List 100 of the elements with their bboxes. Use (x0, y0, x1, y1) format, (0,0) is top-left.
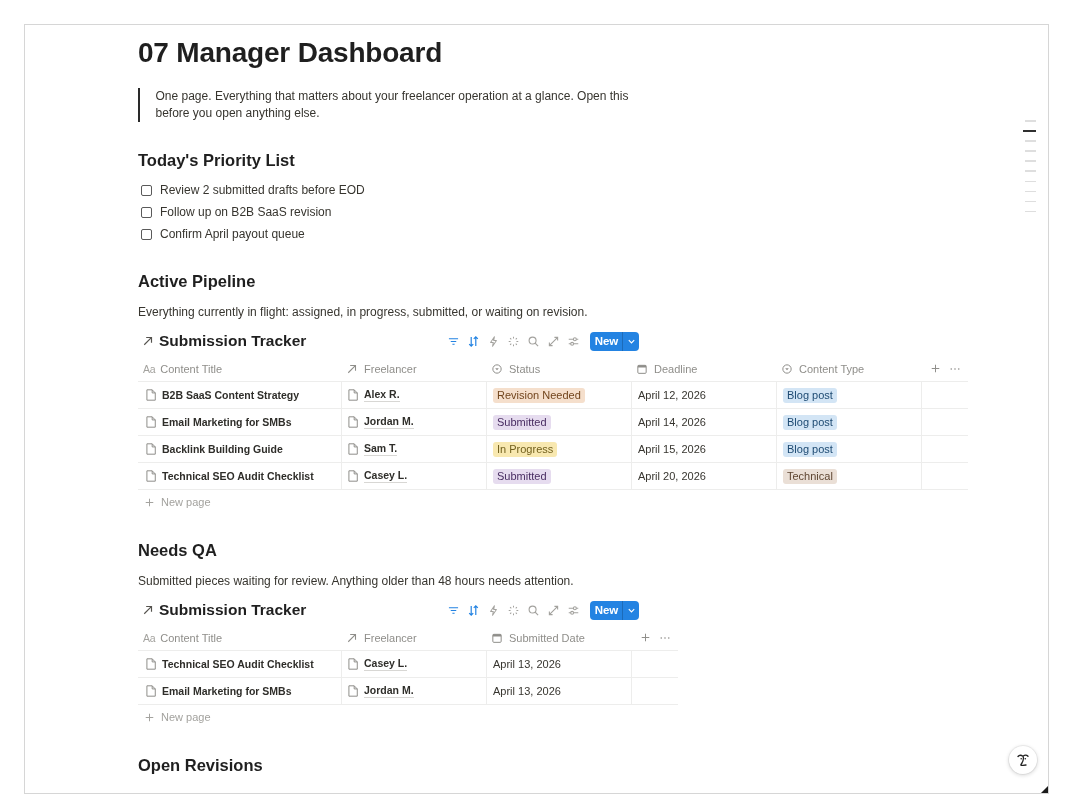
filter-icon (447, 604, 459, 616)
section-description: Submitted pieces waiting for review. Anything older than 48 hours needs attention. (138, 573, 575, 590)
type-tag: Blog post (783, 414, 837, 430)
plus-icon (145, 497, 154, 507)
database-title[interactable]: Submission Tracker (159, 601, 307, 619)
type-tag: Blog post (783, 441, 837, 457)
date-text: April 15, 2026 (638, 443, 706, 455)
expand-icon (547, 335, 559, 347)
status-tag: Submitted (493, 414, 551, 430)
relation-link[interactable]: Casey L. (364, 469, 408, 483)
lightning-icon (487, 335, 499, 347)
column-header[interactable]: Content Type (776, 356, 921, 381)
checkbox[interactable] (141, 184, 152, 196)
page-icon (146, 658, 156, 670)
plus-icon (640, 633, 650, 642)
outline-marker[interactable] (1023, 130, 1036, 132)
checklist-item-text: Follow up on B2B SaaS revision (160, 205, 332, 219)
column-header[interactable]: Aa Content Title (138, 625, 341, 650)
section-heading: Today's Priority List (138, 150, 296, 171)
text-type-icon: Aa (143, 362, 156, 375)
page-icon (348, 470, 358, 482)
page-icon (146, 416, 156, 428)
page-icon (146, 443, 156, 455)
section-heading: Active Pipeline (138, 271, 257, 292)
outline-marker[interactable] (1025, 160, 1036, 162)
relation-arrow-icon (347, 363, 357, 374)
corner-triangle-icon (1041, 786, 1048, 793)
page-icon (348, 443, 358, 455)
relation-link[interactable]: Jordan M. (364, 415, 414, 429)
outline-marker[interactable] (1025, 200, 1036, 203)
new-button[interactable]: New (590, 331, 622, 351)
assistant-button[interactable] (1009, 746, 1037, 774)
checkbox[interactable] (141, 228, 152, 240)
link-arrow-icon (143, 605, 153, 615)
sparkle-icon (507, 604, 519, 616)
text-type-icon: Aa (143, 631, 156, 644)
relation-arrow-icon (347, 632, 357, 643)
status-type-icon (782, 363, 792, 374)
search-icon (527, 335, 539, 347)
quote-block: One page. Everything that matters about your freelancer operation at a glance. Open this before you open anything else. (138, 88, 641, 122)
page-icon (146, 470, 156, 482)
link-arrow-icon (143, 336, 153, 346)
page-icon (146, 685, 156, 697)
database-title[interactable]: Submission Tracker (159, 332, 307, 350)
page-title-link[interactable]: B2B SaaS Content Strategy (162, 389, 300, 401)
sliders-icon (567, 335, 579, 347)
page-title-link[interactable]: Backlink Building Guide (162, 443, 283, 455)
page-title-link[interactable]: Email Marketing for SMBs (162, 416, 292, 428)
date-text: April 20, 2026 (638, 470, 706, 482)
page-icon (146, 389, 156, 401)
relation-link[interactable]: Sam T. (364, 442, 398, 456)
outline-marker[interactable] (1025, 190, 1036, 193)
new-button[interactable]: New (590, 600, 622, 620)
relation-link[interactable]: Alex R. (364, 388, 400, 402)
type-tag: Technical (783, 468, 837, 484)
page-icon (348, 685, 358, 697)
more-icon (950, 366, 960, 371)
status-tag: Revision Needed (493, 387, 585, 403)
outline-marker[interactable] (1025, 150, 1036, 152)
new-menu-button[interactable] (622, 600, 639, 620)
outline-marker[interactable] (1025, 210, 1036, 213)
sort-icon (467, 604, 479, 616)
outline-marker[interactable] (1025, 120, 1036, 122)
status-type-icon (492, 363, 502, 374)
section-heading: Open Revisions (138, 755, 264, 776)
filter-icon (447, 335, 459, 347)
page-icon (348, 389, 358, 401)
page-title-link[interactable]: Technical SEO Audit Checklist (162, 658, 314, 670)
new-menu-button[interactable] (622, 331, 639, 351)
sparkle-icon (507, 335, 519, 347)
page-title-link[interactable]: Technical SEO Audit Checklist (162, 470, 314, 482)
doodle-face-icon (1015, 752, 1031, 768)
calendar-icon (637, 363, 647, 374)
calendar-icon (492, 632, 502, 643)
page-icon (348, 658, 358, 670)
lightning-icon (487, 604, 499, 616)
checklist-item-text: Confirm April payout queue (160, 227, 305, 241)
expand-icon (547, 604, 559, 616)
outline-marker[interactable] (1025, 170, 1036, 172)
column-header[interactable]: Aa Content Title (138, 356, 341, 381)
date-text: April 13, 2026 (493, 658, 561, 670)
page-title: 07 Manager Dashboard (138, 36, 444, 70)
outline-marker[interactable] (1025, 140, 1036, 142)
date-text: April 13, 2026 (493, 685, 561, 697)
date-text: April 12, 2026 (638, 389, 706, 401)
section-description: Everything currently in flight: assigned, in progress, submitted, or waiting on revision. (138, 304, 589, 321)
sliders-icon (567, 604, 579, 616)
checkbox[interactable] (141, 206, 152, 218)
outline-marker[interactable] (1025, 180, 1036, 183)
status-tag: In Progress (493, 441, 558, 457)
page-title-link[interactable]: Email Marketing for SMBs (162, 685, 292, 697)
plus-icon (930, 364, 940, 373)
status-tag: Submitted (493, 468, 551, 484)
column-header[interactable]: Submitted Date (486, 625, 631, 650)
plus-icon (145, 712, 154, 722)
relation-link[interactable]: Casey L. (364, 657, 408, 671)
more-icon (660, 635, 670, 640)
checklist-item-text: Review 2 submitted drafts before EOD (160, 183, 365, 197)
page-icon (348, 416, 358, 428)
relation-link[interactable]: Jordan M. (364, 684, 414, 698)
